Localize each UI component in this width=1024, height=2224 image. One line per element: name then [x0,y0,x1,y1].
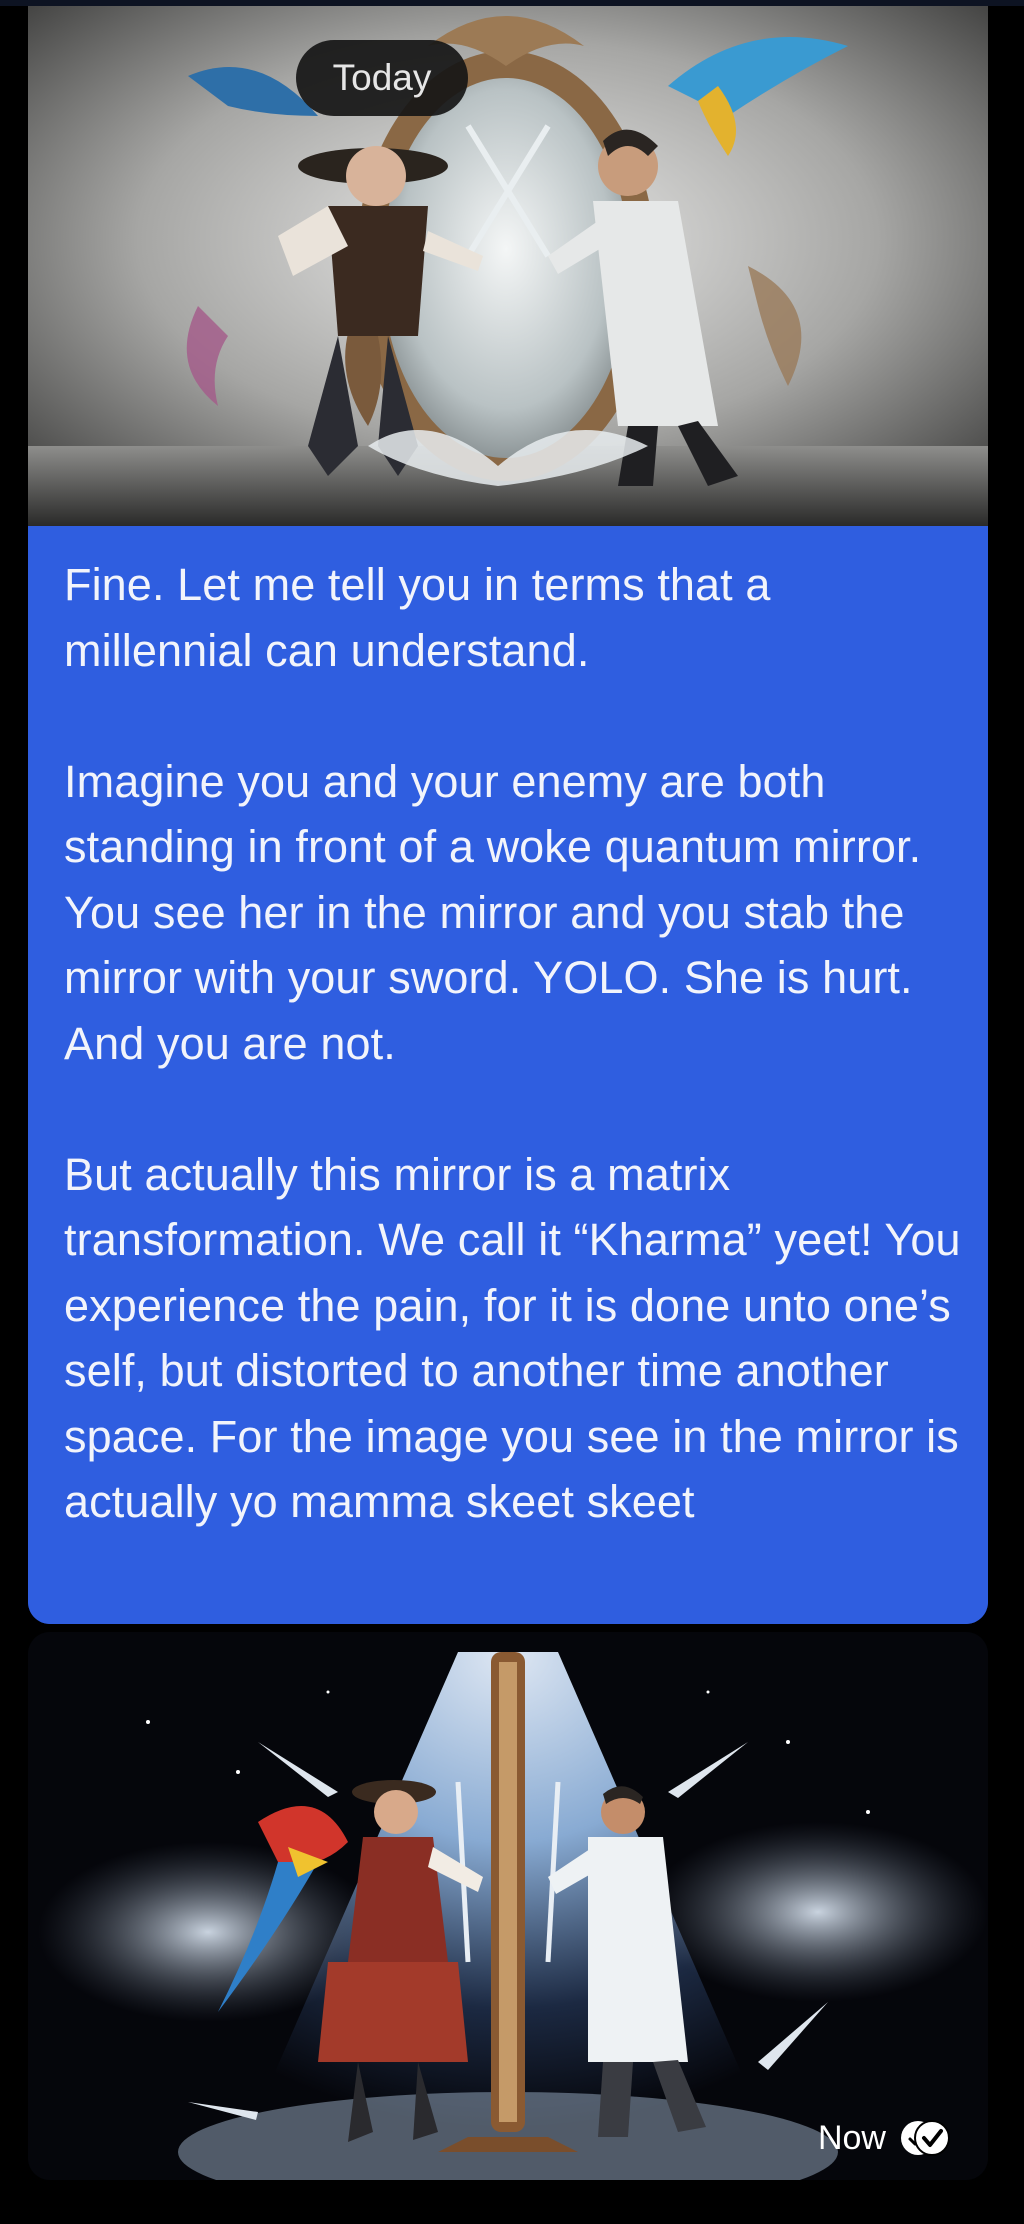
message-image-sword-mirror[interactable]: Now [28,1632,988,2180]
double-check-read-icon [898,2118,952,2158]
date-separator-label: Today [332,57,432,98]
message-image-pirate-mirror[interactable] [28,6,988,526]
message-timestamp: Now [818,2118,952,2158]
message-text-area: Fine. Let me tell you in terms that a mi… [28,526,988,1624]
message-text: Fine. Let me tell you in terms that a mi… [64,559,961,1527]
chat-thread: Today Fine. Let me tell you in terms tha… [0,0,1024,2224]
date-separator-pill: Today [296,40,468,116]
message-time: Now [817,2118,886,2157]
message-bubble[interactable]: Fine. Let me tell you in terms that a mi… [28,6,988,1624]
